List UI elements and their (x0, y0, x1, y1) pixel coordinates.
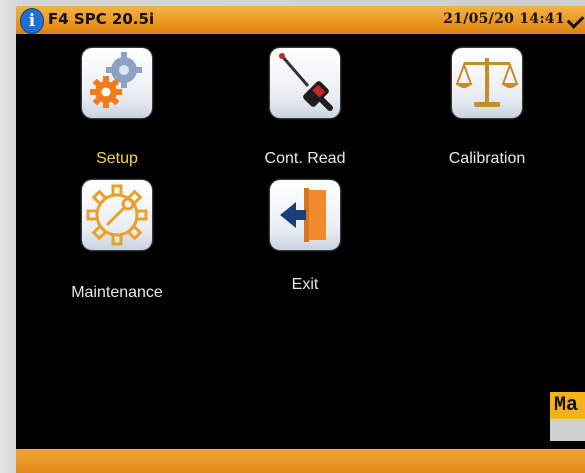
info-icon[interactable]: i (20, 8, 44, 34)
maintenance-button[interactable] (82, 180, 152, 250)
gear-icon (90, 52, 142, 108)
calibration-button[interactable] (452, 48, 522, 118)
maintenance-label: Maintenance (71, 284, 163, 301)
setup-label: Setup (96, 150, 138, 167)
date-time: 21/05/20 14:41 (443, 11, 565, 27)
calibration-label: Calibration (448, 150, 526, 167)
wrench-gear-icon (86, 184, 148, 246)
message-popup-title: Ma (554, 394, 579, 417)
exit-label: Exit (291, 276, 319, 293)
balance-scale-icon (455, 58, 519, 107)
status-bar: i F4 SPC 20.5i 21/05/20 14:41 (16, 6, 585, 34)
device-screen: i F4 SPC 20.5i 21/05/20 14:41 Setup Cont… (16, 6, 585, 473)
bottom-bar (16, 449, 585, 473)
cont-read-label: Cont. Read (264, 150, 346, 167)
setup-button[interactable] (82, 48, 152, 118)
signal-icon (566, 11, 585, 29)
message-popup-body (550, 419, 585, 441)
exit-door-icon (280, 188, 326, 242)
cont-read-button[interactable] (270, 48, 340, 118)
probe-icon (279, 53, 333, 111)
device-title: F4 SPC 20.5i (48, 10, 155, 28)
exit-button[interactable] (270, 180, 340, 250)
